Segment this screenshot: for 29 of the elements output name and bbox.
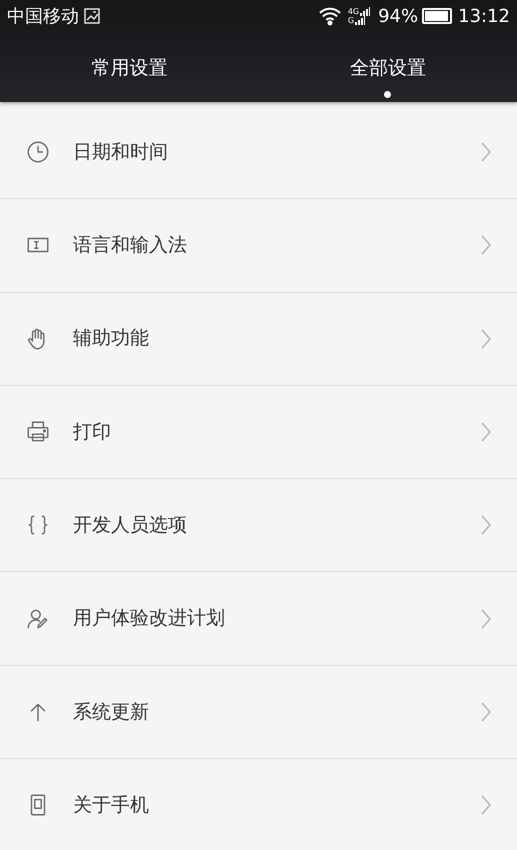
tab[interactable]: 全部设置 [258, 32, 517, 102]
clock-icon [25, 139, 51, 166]
settings-list-item[interactable]: 语言和输入法 [0, 199, 517, 293]
chevron-right-icon [480, 608, 492, 630]
signal-icon [360, 7, 370, 16]
wifi-icon [318, 6, 342, 26]
signal-icon [355, 16, 366, 25]
tab[interactable]: 常用设置 [0, 32, 258, 102]
settings-list-item[interactable]: 系统更新 [0, 666, 517, 760]
carrier-name: 中国移动 [7, 4, 79, 28]
settings-list-item[interactable]: 关于手机 [0, 759, 517, 850]
chevron-right-icon [480, 328, 492, 350]
settings-list-item[interactable]: 开发人员选项 [0, 479, 517, 572]
chevron-right-icon [480, 794, 492, 816]
battery-icon [422, 8, 452, 24]
network-type-label: 4G [348, 8, 360, 16]
network-type-label: G [348, 17, 354, 25]
chevron-right-icon [480, 700, 492, 723]
chevron-right-icon [480, 234, 492, 256]
picture-notification-icon [83, 7, 101, 25]
chevron-right-icon [480, 514, 492, 536]
settings-list-item[interactable]: 用户体验改进计划 [0, 572, 517, 666]
settings-list-item[interactable]: 辅助功能 [0, 292, 517, 386]
chevron-right-icon [480, 141, 492, 164]
battery-percent: 94% [378, 4, 418, 28]
settings-list-item[interactable]: 打印 [0, 386, 517, 480]
clock-time: 13:12 [458, 4, 510, 28]
chevron-right-icon [480, 421, 492, 444]
settings-list-item[interactable]: 日期和时间 [0, 106, 517, 200]
